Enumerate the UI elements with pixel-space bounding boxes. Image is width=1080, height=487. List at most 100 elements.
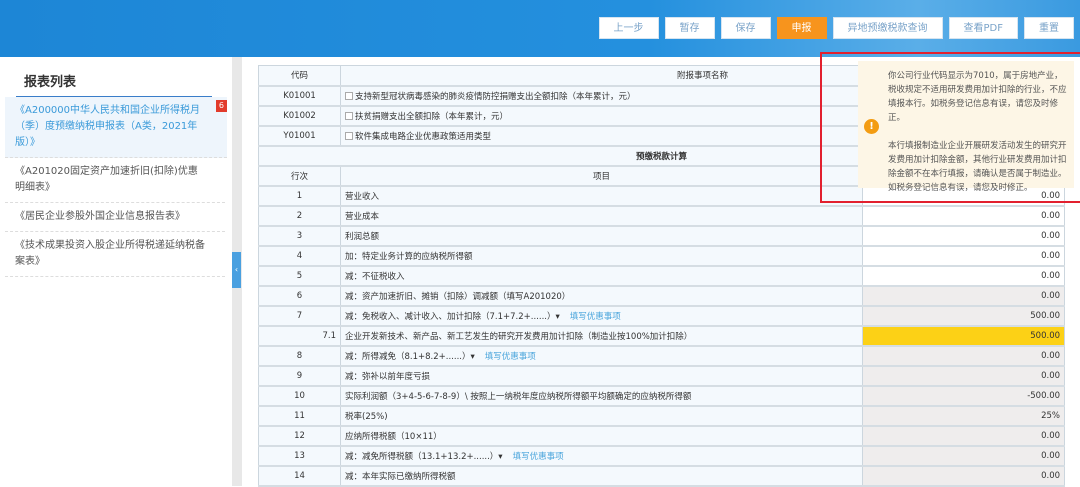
warning-tooltip: ! 你公司行业代码显示为7010，属于房地产业，税收规定不适用研发费用加计扣除的… xyxy=(858,61,1074,193)
row-value-input[interactable]: -500.00 xyxy=(861,385,1066,407)
row-no: 6 xyxy=(258,285,341,307)
fill-preferential-link[interactable]: 填写优惠事项 xyxy=(485,352,536,362)
table-row: 11 税率(25%) 25% xyxy=(258,405,1066,427)
item-cell: 企业开发新技术、新产品、新工艺发生的研究开发费用加计扣除（制造业按100%加计扣… xyxy=(340,325,863,347)
row-value-input[interactable]: 0.00 xyxy=(861,285,1066,307)
temp-save-button[interactable]: 暂存 xyxy=(664,17,715,39)
row-value-input[interactable]: 0.00 xyxy=(861,365,1066,387)
item-cell: 应纳所得税额（10×11） xyxy=(340,425,863,447)
report-item-label: 《A200000中华人民共和国企业所得税月（季）度预缴纳税申报表（A类，2021… xyxy=(15,105,201,148)
table-row: 4 加：特定业务计算的应纳税所得额 0.00 xyxy=(258,245,1066,267)
row-item: 利润总额 xyxy=(345,231,380,242)
item-cell: 减：减免所得税额（13.1+13.2+......）▾ 填写优惠事项 xyxy=(340,445,863,467)
collapse-sidebar-handle[interactable]: ‹ xyxy=(232,252,241,288)
reset-button[interactable]: 重置 xyxy=(1024,17,1074,39)
row-item: 减：减免所得税额（13.1+13.2+......）▾ xyxy=(345,451,503,462)
item-cell: 利润总额 xyxy=(340,225,863,247)
report-item-foreign-share[interactable]: 《居民企业参股外国企业信息报告表》 xyxy=(5,203,225,232)
report-item-tech-invest[interactable]: 《技术成果投资入股企业所得税递延纳税备案表》 xyxy=(5,232,225,277)
item-cell: 营业收入 xyxy=(340,185,863,207)
fill-preferential-link[interactable]: 填写优惠事项 xyxy=(570,312,621,322)
row-no: 8 xyxy=(258,345,341,367)
item-cell: 税率(25%) xyxy=(340,405,863,427)
toolbar: 上一步 暂存 保存 申报 异地预缴税款查询 查看PDF 重置 xyxy=(598,17,1074,39)
item-cell: 减：所得减免（8.1+8.2+......）▾ 填写优惠事项 xyxy=(340,345,863,367)
report-item-label: 《技术成果投资入股企业所得税递延纳税备案表》 xyxy=(15,240,205,267)
attach-checkbox[interactable] xyxy=(345,131,353,140)
item-cell: 减：免税收入、减计收入、加计扣除（7.1+7.2+......）▾ 填写优惠事项 xyxy=(340,305,863,327)
attach-checkbox[interactable] xyxy=(345,91,353,100)
table-row: 3 利润总额 0.00 xyxy=(258,225,1066,247)
report-item-a201020[interactable]: 《A201020固定资产加速折旧(扣除)优惠明细表》 xyxy=(5,158,225,203)
report-item-label: 《A201020固定资产加速折旧(扣除)优惠明细表》 xyxy=(15,166,198,193)
row-value-input[interactable]: 0.00 xyxy=(861,245,1066,267)
row-no: 7 xyxy=(258,305,341,327)
attach-code: Y01001 xyxy=(258,125,341,147)
row-item: 企业开发新技术、新产品、新工艺发生的研究开发费用加计扣除（制造业按100%加计扣… xyxy=(345,331,693,342)
row-item: 加：特定业务计算的应纳税所得额 xyxy=(345,251,473,262)
table-row: 12 应纳所得税额（10×11） 0.00 xyxy=(258,425,1066,447)
table-row: 8 减：所得减免（8.1+8.2+......）▾ 填写优惠事项 0.00 xyxy=(258,345,1066,367)
report-item-a200000[interactable]: 《A200000中华人民共和国企业所得税月（季）度预缴纳税申报表（A类，2021… xyxy=(5,97,227,158)
row-value-input[interactable]: 25% xyxy=(861,405,1066,427)
row-no: 7.1 xyxy=(258,325,341,347)
row-item: 营业收入 xyxy=(345,191,380,202)
table-row: 9 减：弥补以前年度亏损 0.00 xyxy=(258,365,1066,387)
col-item: 项目 xyxy=(340,165,863,187)
table-row: 14 减：本年实际已缴纳所得税额 0.00 xyxy=(258,465,1066,487)
attach-code: K01001 xyxy=(258,85,341,107)
prev-step-button[interactable]: 上一步 xyxy=(598,17,659,39)
row-value-input[interactable]: 0.00 xyxy=(861,265,1066,287)
row-value-input[interactable]: 0.00 xyxy=(861,425,1066,447)
row-item: 减：本年实际已缴纳所得税额 xyxy=(345,471,456,482)
remote-prepaid-query-button[interactable]: 异地预缴税款查询 xyxy=(832,17,943,39)
item-cell: 减：不征税收入 xyxy=(340,265,863,287)
fill-preferential-link[interactable]: 填写优惠事项 xyxy=(513,452,564,462)
attach-checkbox[interactable] xyxy=(345,111,353,120)
row-item: 减：不征税收入 xyxy=(345,271,405,282)
row-no: 12 xyxy=(258,425,341,447)
attach-name: 扶贫捐赠支出全额扣除（本年累计，元） xyxy=(355,111,509,122)
row-value-input[interactable]: 500.00 xyxy=(861,325,1066,347)
row-item: 应纳所得税额（10×11） xyxy=(345,431,442,442)
row-item: 减：弥补以前年度亏损 xyxy=(345,371,431,382)
row-value-input[interactable]: 0.00 xyxy=(861,445,1066,467)
row-no: 13 xyxy=(258,445,341,467)
row-value-input[interactable]: 0.00 xyxy=(861,345,1066,367)
row-no: 10 xyxy=(258,385,341,407)
row-value-input[interactable]: 500.00 xyxy=(861,305,1066,327)
top-header: 上一步 暂存 保存 申报 异地预缴税款查询 查看PDF 重置 xyxy=(0,0,1080,57)
row-value-input[interactable]: 0.00 xyxy=(861,205,1066,227)
col-code: 代码 xyxy=(258,65,341,87)
attach-code: K01002 xyxy=(258,105,341,127)
row-no: 9 xyxy=(258,365,341,387)
col-row-no: 行次 xyxy=(258,165,341,187)
report-list-sidebar: 报表列表 《A200000中华人民共和国企业所得税月（季）度预缴纳税申报表（A类… xyxy=(0,57,232,486)
table-row: 13 减：减免所得税额（13.1+13.2+......）▾ 填写优惠事项 0.00 xyxy=(258,445,1066,467)
table-row: 5 减：不征税收入 0.00 xyxy=(258,265,1066,287)
row-value-input[interactable]: 0.00 xyxy=(861,465,1066,487)
row-no: 2 xyxy=(258,205,341,227)
row-no: 1 xyxy=(258,185,341,207)
attach-name: 软件集成电路企业优惠政策适用类型 xyxy=(355,131,492,142)
item-cell: 减：资产加速折旧、摊销（扣除）调减额（填写A201020） xyxy=(340,285,863,307)
item-cell: 加：特定业务计算的应纳税所得额 xyxy=(340,245,863,267)
row-no: 5 xyxy=(258,265,341,287)
row-no: 14 xyxy=(258,465,341,487)
row-item: 减：免税收入、减计收入、加计扣除（7.1+7.2+......）▾ xyxy=(345,311,560,322)
submit-button[interactable]: 申报 xyxy=(776,17,827,39)
item-cell: 实际利润额（3+4-5-6-7-8-9）\ 按照上一纳税年度应纳税所得额平均额确… xyxy=(340,385,863,407)
row-item: 营业成本 xyxy=(345,211,380,222)
view-pdf-button[interactable]: 查看PDF xyxy=(948,17,1018,39)
row-no: 3 xyxy=(258,225,341,247)
table-row: 7.1 企业开发新技术、新产品、新工艺发生的研究开发费用加计扣除（制造业按100%… xyxy=(258,325,1066,347)
warning-icon: ! xyxy=(864,119,879,134)
table-row: 10 实际利润额（3+4-5-6-7-8-9）\ 按照上一纳税年度应纳税所得额平均… xyxy=(258,385,1066,407)
save-button[interactable]: 保存 xyxy=(720,17,771,39)
row-value-input[interactable]: 0.00 xyxy=(861,225,1066,247)
row-item: 减：资产加速折旧、摊销（扣除）调减额（填写A201020） xyxy=(345,291,571,302)
sidebar-title: 报表列表 xyxy=(24,75,77,90)
count-badge: 6 xyxy=(215,100,227,112)
table-row: 6 减：资产加速折旧、摊销（扣除）调减额（填写A201020） 0.00 xyxy=(258,285,1066,307)
tooltip-text-2: 本行填报制造业企业开展研发活动发生的研究开发费用加计扣除金额，其他行业研发费用加… xyxy=(888,141,1067,193)
